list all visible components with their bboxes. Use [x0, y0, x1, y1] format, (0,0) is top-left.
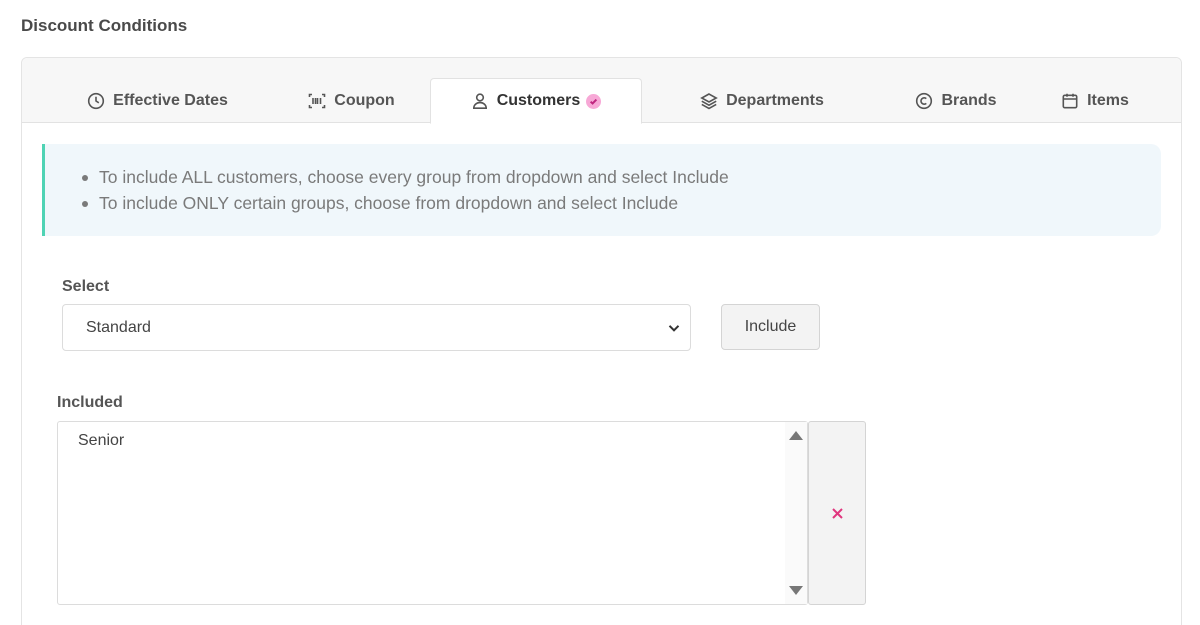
info-list: To include ALL customers, choose every g… [82, 164, 729, 216]
clock-icon [88, 92, 105, 109]
close-icon [831, 507, 843, 519]
info-callout: To include ALL customers, choose every g… [42, 144, 1161, 236]
tab-brands[interactable]: Brands [882, 78, 1030, 123]
section-title: Discount Conditions [21, 16, 188, 35]
check-badge-icon [586, 93, 602, 109]
scrollbar[interactable] [785, 422, 807, 604]
select-label: Select [62, 278, 110, 295]
list-item[interactable]: Senior [78, 432, 124, 450]
tab-effective-dates[interactable]: Effective Dates [42, 78, 273, 123]
scroll-down-arrow-icon[interactable] [789, 586, 803, 595]
tab-label: Effective Dates [113, 91, 228, 109]
tab-label: Brands [941, 91, 997, 109]
info-line: To include ALL customers, choose every g… [82, 164, 729, 190]
tab-departments[interactable]: Departments [642, 78, 882, 123]
tab-label: Departments [726, 91, 824, 109]
chevron-down-icon [668, 325, 680, 332]
tab-items[interactable]: Items [1030, 78, 1160, 123]
user-icon [472, 93, 487, 109]
copyright-icon [916, 92, 933, 109]
tab-customers[interactable]: Customers [430, 78, 642, 124]
conditions-card: Effective Dates Coupon Customers Departm… [21, 57, 1182, 625]
included-label: Included [57, 394, 123, 411]
include-button[interactable]: Include [721, 304, 820, 350]
calendar-icon [1062, 93, 1078, 108]
select-value: Standard [86, 318, 151, 336]
tab-label: Items [1087, 91, 1129, 109]
info-line: To include ONLY certain groups, choose f… [82, 190, 729, 216]
tab-label: Coupon [334, 91, 395, 109]
included-listbox[interactable]: Senior [57, 421, 808, 605]
layers-icon [700, 92, 718, 109]
discount-conditions-page: Discount Conditions Effective Dates Coup… [0, 0, 1200, 625]
tab-coupon[interactable]: Coupon [273, 78, 430, 123]
customer-group-select[interactable]: Standard [62, 304, 691, 351]
barcode-icon [308, 93, 326, 108]
remove-button[interactable] [808, 421, 866, 605]
tab-bar: Effective Dates Coupon Customers Departm… [22, 58, 1181, 124]
scroll-up-arrow-icon[interactable] [789, 431, 803, 440]
tab-label: Customers [496, 92, 581, 109]
